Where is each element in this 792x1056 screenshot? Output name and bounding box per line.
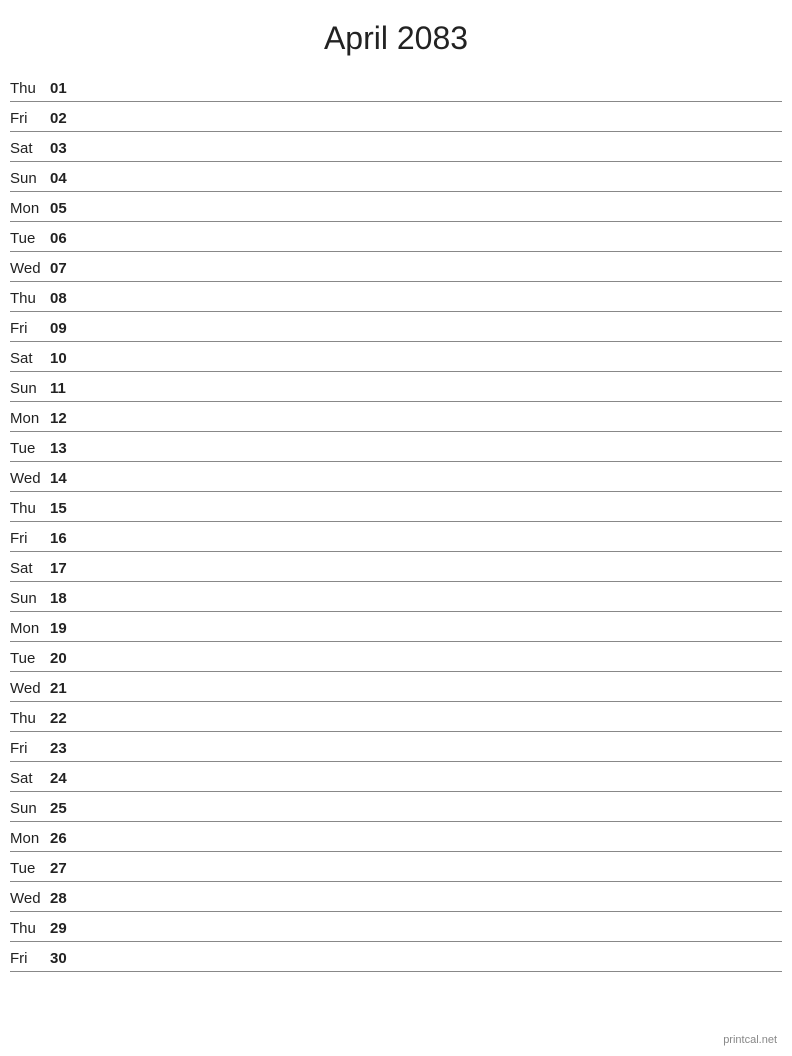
day-name: Sun	[10, 170, 50, 187]
day-number: 02	[50, 110, 80, 127]
calendar-row: Sun11	[10, 372, 782, 402]
day-name: Thu	[10, 500, 50, 517]
calendar-row: Thu08	[10, 282, 782, 312]
calendar-row: Wed28	[10, 882, 782, 912]
day-name: Sat	[10, 770, 50, 787]
day-number: 21	[50, 680, 80, 697]
calendar-row: Sat03	[10, 132, 782, 162]
calendar-row: Mon19	[10, 612, 782, 642]
day-name: Wed	[10, 470, 50, 487]
calendar-row: Sun18	[10, 582, 782, 612]
day-number: 05	[50, 200, 80, 217]
day-number: 22	[50, 710, 80, 727]
calendar-row: Thu01	[10, 72, 782, 102]
day-name: Thu	[10, 920, 50, 937]
day-number: 11	[50, 380, 80, 397]
day-name: Mon	[10, 410, 50, 427]
calendar-row: Mon05	[10, 192, 782, 222]
day-number: 26	[50, 830, 80, 847]
day-name: Wed	[10, 680, 50, 697]
day-name: Wed	[10, 890, 50, 907]
day-name: Tue	[10, 440, 50, 457]
day-name: Fri	[10, 530, 50, 547]
day-number: 03	[50, 140, 80, 157]
day-number: 13	[50, 440, 80, 457]
day-number: 14	[50, 470, 80, 487]
day-name: Sun	[10, 380, 50, 397]
calendar-row: Fri23	[10, 732, 782, 762]
calendar-row: Tue06	[10, 222, 782, 252]
day-number: 04	[50, 170, 80, 187]
day-name: Sat	[10, 140, 50, 157]
day-name: Sun	[10, 800, 50, 817]
day-number: 12	[50, 410, 80, 427]
calendar-row: Sat10	[10, 342, 782, 372]
day-name: Thu	[10, 80, 50, 97]
day-number: 10	[50, 350, 80, 367]
day-name: Sat	[10, 560, 50, 577]
day-name: Thu	[10, 710, 50, 727]
calendar-row: Tue13	[10, 432, 782, 462]
page-title: April 2083	[0, 0, 792, 72]
calendar-row: Sat24	[10, 762, 782, 792]
day-number: 17	[50, 560, 80, 577]
calendar-row: Fri09	[10, 312, 782, 342]
day-number: 30	[50, 950, 80, 967]
day-number: 06	[50, 230, 80, 247]
day-number: 24	[50, 770, 80, 787]
calendar-row: Wed14	[10, 462, 782, 492]
day-number: 08	[50, 290, 80, 307]
day-number: 16	[50, 530, 80, 547]
day-number: 20	[50, 650, 80, 667]
day-name: Wed	[10, 260, 50, 277]
calendar-row: Fri16	[10, 522, 782, 552]
day-number: 07	[50, 260, 80, 277]
calendar-row: Tue20	[10, 642, 782, 672]
calendar-row: Sun04	[10, 162, 782, 192]
day-number: 09	[50, 320, 80, 337]
footer-text: printcal.net	[723, 1034, 777, 1046]
day-name: Mon	[10, 620, 50, 637]
calendar-row: Mon26	[10, 822, 782, 852]
calendar-row: Fri30	[10, 942, 782, 972]
day-name: Tue	[10, 230, 50, 247]
day-number: 01	[50, 80, 80, 97]
day-number: 19	[50, 620, 80, 637]
day-number: 27	[50, 860, 80, 877]
calendar-container: Thu01Fri02Sat03Sun04Mon05Tue06Wed07Thu08…	[0, 72, 792, 972]
day-number: 15	[50, 500, 80, 517]
day-name: Fri	[10, 950, 50, 967]
day-name: Tue	[10, 650, 50, 667]
day-number: 29	[50, 920, 80, 937]
day-name: Sat	[10, 350, 50, 367]
calendar-row: Fri02	[10, 102, 782, 132]
calendar-row: Sun25	[10, 792, 782, 822]
day-name: Fri	[10, 110, 50, 127]
day-name: Tue	[10, 860, 50, 877]
day-number: 18	[50, 590, 80, 607]
calendar-row: Wed07	[10, 252, 782, 282]
day-name: Mon	[10, 200, 50, 217]
calendar-row: Mon12	[10, 402, 782, 432]
calendar-row: Thu15	[10, 492, 782, 522]
calendar-row: Wed21	[10, 672, 782, 702]
calendar-row: Thu22	[10, 702, 782, 732]
day-number: 28	[50, 890, 80, 907]
day-name: Sun	[10, 590, 50, 607]
day-name: Fri	[10, 320, 50, 337]
day-name: Fri	[10, 740, 50, 757]
calendar-row: Tue27	[10, 852, 782, 882]
day-number: 25	[50, 800, 80, 817]
day-name: Thu	[10, 290, 50, 307]
calendar-row: Sat17	[10, 552, 782, 582]
calendar-row: Thu29	[10, 912, 782, 942]
day-name: Mon	[10, 830, 50, 847]
day-number: 23	[50, 740, 80, 757]
